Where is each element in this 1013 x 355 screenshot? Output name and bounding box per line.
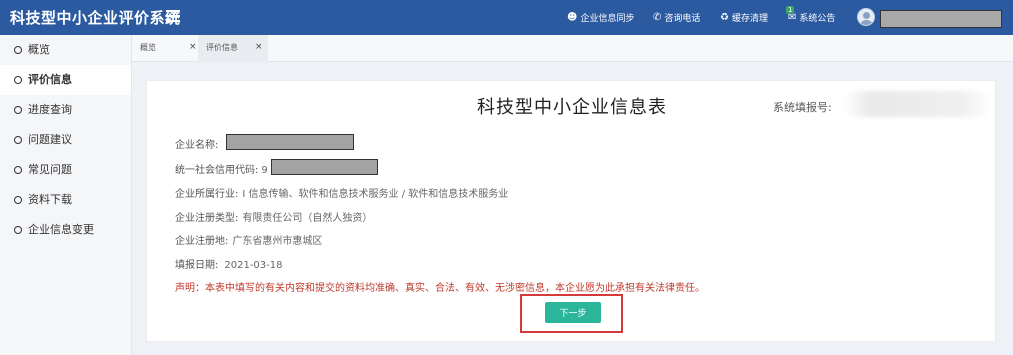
sidebar-item-label: 评价信息 bbox=[28, 73, 72, 86]
industry-label: 企业所属行业: bbox=[175, 189, 239, 200]
circle-icon bbox=[14, 196, 22, 204]
report-date-row: 填报日期: 2021-03-18 bbox=[175, 256, 283, 271]
sidebar-item-label: 常见问题 bbox=[28, 163, 72, 176]
sidebar-item-overview[interactable]: 概览 bbox=[0, 35, 131, 65]
reg-type-label: 企业注册类型: bbox=[175, 213, 239, 224]
report-date-value: 2021-03-18 bbox=[224, 260, 283, 271]
menu-toggle-icon[interactable] bbox=[166, 7, 180, 22]
sidebar-item-progress[interactable]: 进度查询 bbox=[0, 95, 131, 125]
report-no-label: 系统填报号: bbox=[773, 101, 832, 114]
credit-code-prefix: 9 bbox=[261, 165, 268, 176]
credit-code-label: 统一社会信用代码: bbox=[175, 165, 259, 176]
report-no-redacted bbox=[842, 91, 992, 117]
company-name-row: 企业名称: bbox=[175, 136, 218, 151]
circle-icon bbox=[14, 136, 22, 144]
top-bar: 科技型中小企业评价系统 ☻ 企业信息同步 ✆ 咨询电话 ♻ 缓存清理 ✉ 系统公… bbox=[0, 0, 1013, 35]
notice-link[interactable]: ✉ 系统公告 bbox=[788, 0, 835, 35]
hotline-label: 咨询电话 bbox=[664, 14, 701, 24]
company-name-label: 企业名称: bbox=[175, 140, 219, 151]
hotline-link[interactable]: ✆ 咨询电话 bbox=[653, 0, 700, 35]
tab-overview[interactable]: 概览 × bbox=[140, 35, 200, 62]
circle-icon bbox=[14, 76, 22, 84]
credit-code-redacted bbox=[271, 159, 378, 175]
circle-icon bbox=[14, 166, 22, 174]
reg-place-row: 企业注册地: 广东省惠州市惠城区 bbox=[175, 232, 322, 247]
sidebar-item-label: 企业信息变更 bbox=[28, 223, 94, 236]
credit-code-row: 统一社会信用代码: 9 bbox=[175, 161, 268, 176]
user-icon: ☻ bbox=[567, 12, 578, 23]
next-step-button[interactable]: 下一步 bbox=[545, 302, 601, 323]
sync-link[interactable]: ☻ 企业信息同步 bbox=[567, 0, 634, 35]
reg-type-value: 有限责任公司（自然人独资） bbox=[242, 213, 373, 224]
tab-label: 概览 bbox=[140, 43, 156, 52]
circle-icon bbox=[14, 46, 22, 54]
form-panel: 科技型中小企业信息表 系统填报号: 企业名称: 统一社会信用代码: 9 企业所属行… bbox=[146, 80, 996, 342]
username-redacted[interactable] bbox=[880, 10, 1002, 28]
page-title: 科技型中小企业信息表 bbox=[477, 97, 667, 118]
sidebar-item-label: 问题建议 bbox=[28, 133, 72, 146]
notice-label: 系统公告 bbox=[799, 14, 836, 24]
tab-label: 评价信息 bbox=[206, 43, 238, 52]
report-date-label: 填报日期: bbox=[175, 260, 219, 271]
close-icon[interactable]: × bbox=[255, 35, 263, 60]
avatar[interactable] bbox=[857, 8, 875, 26]
sidebar-item-company-change[interactable]: 企业信息变更 bbox=[0, 215, 131, 245]
cache-label: 缓存清理 bbox=[731, 14, 768, 24]
app-title: 科技型中小企业评价系统 bbox=[10, 9, 181, 27]
industry-value: I 信息传输、软件和信息技术服务业 / 软件和信息技术服务业 bbox=[242, 189, 509, 200]
circle-icon bbox=[14, 106, 22, 114]
reg-type-row: 企业注册类型: 有限责任公司（自然人独资） bbox=[175, 209, 372, 224]
tab-bar: 概览 × 评价信息 × bbox=[132, 35, 1013, 62]
recycle-icon: ♻ bbox=[720, 12, 729, 23]
phone-icon: ✆ bbox=[653, 12, 662, 23]
declaration-text: 声明：本表中填写的有关内容和提交的资料均准确、真实、合法、有效、无涉密信息，本企… bbox=[175, 283, 705, 294]
sidebar-item-label: 概览 bbox=[28, 43, 50, 56]
reg-place-label: 企业注册地: bbox=[175, 236, 229, 247]
sidebar-item-faq[interactable]: 常见问题 bbox=[0, 155, 131, 185]
sidebar-item-evaluation[interactable]: 评价信息 bbox=[0, 65, 131, 95]
company-name-redacted bbox=[226, 134, 354, 150]
sidebar-item-label: 进度查询 bbox=[28, 103, 72, 116]
reg-place-value: 广东省惠州市惠城区 bbox=[232, 236, 323, 247]
close-icon[interactable]: × bbox=[189, 35, 197, 60]
sidebar-item-label: 资料下载 bbox=[28, 193, 72, 206]
industry-row: 企业所属行业: I 信息传输、软件和信息技术服务业 / 软件和信息技术服务业 bbox=[175, 185, 508, 200]
circle-icon bbox=[14, 226, 22, 234]
sidebar-item-suggestions[interactable]: 问题建议 bbox=[0, 125, 131, 155]
sync-label: 企业信息同步 bbox=[580, 14, 635, 24]
cache-link[interactable]: ♻ 缓存清理 bbox=[720, 0, 768, 35]
sidebar: 概览 评价信息 进度查询 问题建议 常见问题 资料下载 企业信息变更 bbox=[0, 35, 132, 355]
sidebar-item-downloads[interactable]: 资料下载 bbox=[0, 185, 131, 215]
notice-badge: 1 bbox=[786, 6, 795, 14]
tab-evaluation[interactable]: 评价信息 × bbox=[198, 35, 268, 62]
